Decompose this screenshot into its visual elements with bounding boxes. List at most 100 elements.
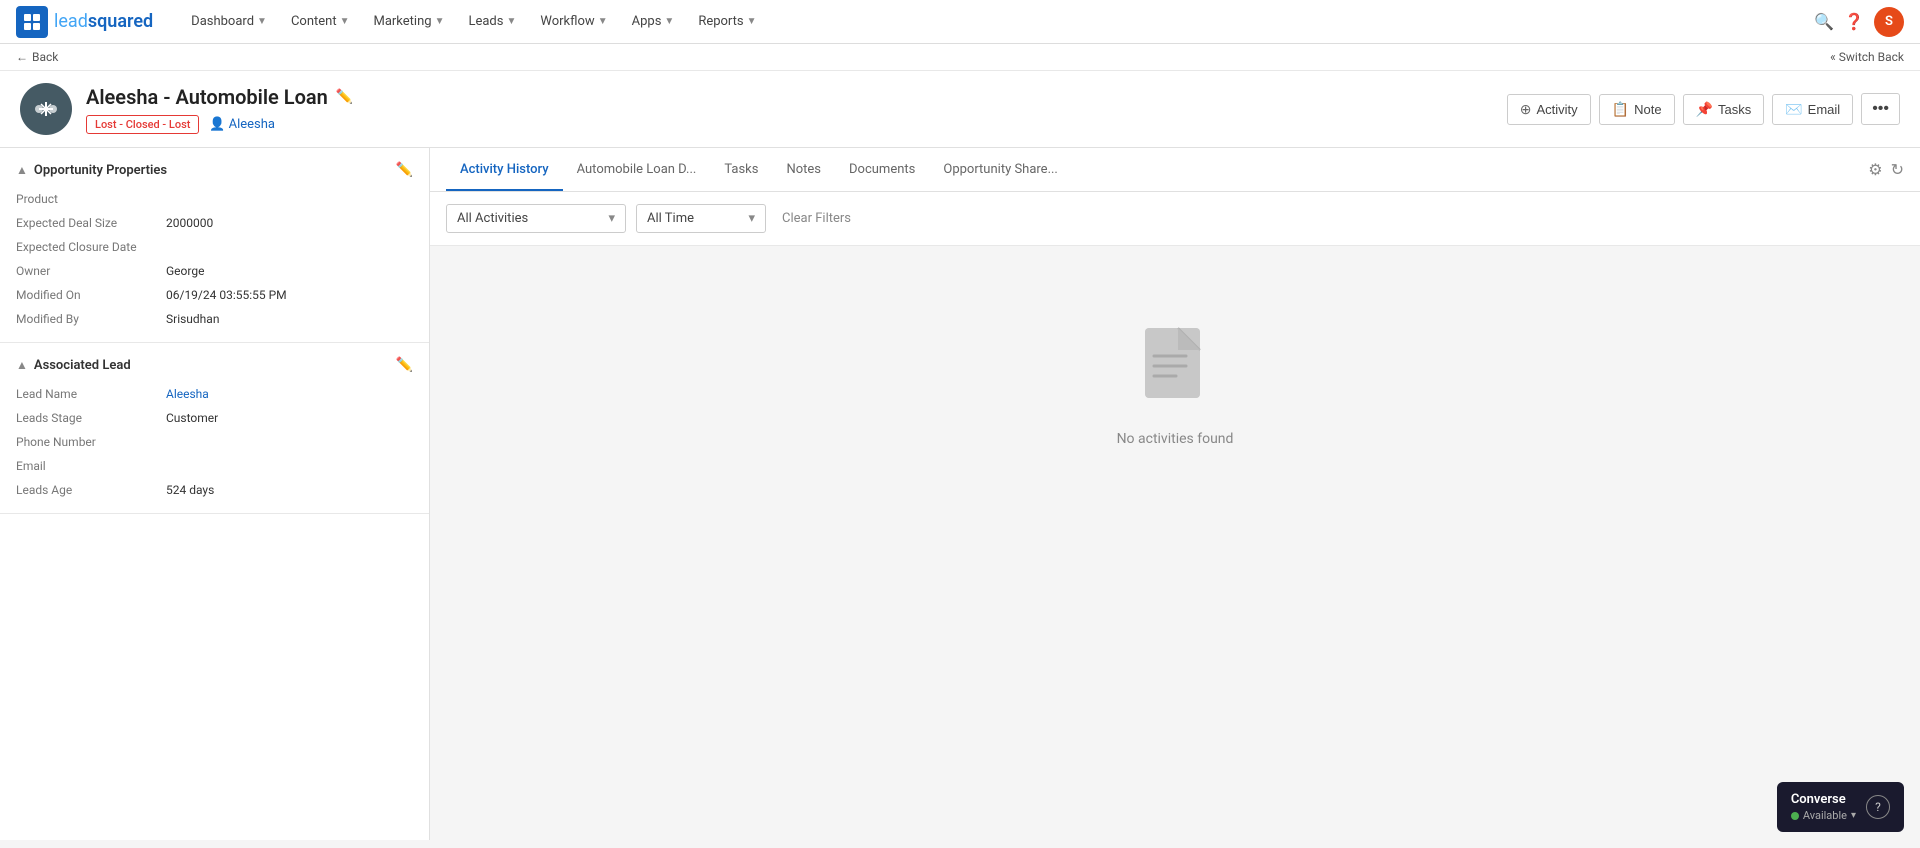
page-title: Aleesha - Automobile Loan — [86, 85, 328, 109]
prop-label-owner: Owner — [16, 262, 156, 280]
page-header: Aleesha - Automobile Loan ✏️ Lost - Clos… — [0, 71, 1920, 148]
prop-label-closure-date: Expected Closure Date — [16, 238, 156, 256]
prop-value-phone — [166, 433, 413, 451]
prop-value-lead-name[interactable]: Aleesha — [166, 385, 413, 403]
main-layout: ▲ Opportunity Properties ✏️ Product Expe… — [0, 148, 1920, 840]
prop-label-modified-on: Modified On — [16, 286, 156, 304]
clear-filters-button[interactable]: Clear Filters — [776, 207, 857, 230]
chevron-down-icon: ▼ — [506, 16, 516, 27]
associated-lead-grid: Lead Name Aleesha Leads Stage Customer P… — [16, 385, 413, 499]
prop-label-product: Product — [16, 190, 156, 208]
right-panel: Activity History Automobile Loan D... Ta… — [430, 148, 1920, 840]
converse-status: Available ▾ — [1791, 809, 1856, 822]
empty-state-message: No activities found — [1117, 431, 1234, 447]
back-arrow-icon: ← — [16, 50, 28, 64]
prop-value-owner: George — [166, 262, 413, 280]
prop-value-deal-size: 2000000 — [166, 214, 413, 232]
help-button[interactable]: ❓ — [1844, 12, 1864, 32]
switch-icon: « — [1830, 50, 1836, 64]
nav-reports[interactable]: Reports ▼ — [688, 10, 766, 33]
header-meta: Lost - Closed - Lost 👤 Aleesha — [86, 115, 1507, 134]
settings-button[interactable]: ⚙ — [1868, 160, 1882, 180]
chevron-down-icon: ▾ — [608, 211, 615, 226]
tasks-button[interactable]: 📌 Tasks — [1683, 94, 1765, 125]
prop-label-modified-by: Modified By — [16, 310, 156, 328]
associated-lead-section: ▲ Associated Lead ✏️ Lead Name Aleesha L… — [0, 343, 429, 514]
top-navigation: leadsquared Dashboard ▼ Content ▼ Market… — [0, 0, 1920, 44]
prop-value-modified-on: 06/19/24 03:55:55 PM — [166, 286, 413, 304]
prop-label-email: Email — [16, 457, 156, 475]
left-panel: ▲ Opportunity Properties ✏️ Product Expe… — [0, 148, 430, 840]
associated-lead-title: ▲ Associated Lead — [16, 358, 131, 373]
search-button[interactable]: 🔍 — [1814, 12, 1834, 32]
back-bar: ← Back « Switch Back — [0, 44, 1920, 71]
opportunity-properties-grid: Product Expected Deal Size 2000000 Expec… — [16, 190, 413, 328]
nav-items: Dashboard ▼ Content ▼ Marketing ▼ Leads … — [181, 10, 1806, 33]
tab-notes[interactable]: Notes — [772, 148, 835, 191]
prop-label-deal-size: Expected Deal Size — [16, 214, 156, 232]
collapse-icon[interactable]: ▲ — [16, 358, 28, 372]
edit-associated-lead-icon[interactable]: ✏️ — [396, 357, 413, 373]
chevron-down-icon: ▾ — [1851, 810, 1856, 821]
tab-tasks[interactable]: Tasks — [710, 148, 772, 191]
converse-widget[interactable]: Converse Available ▾ ? — [1777, 782, 1904, 832]
prop-value-modified-by: Srisudhan — [166, 310, 413, 328]
empty-state: No activities found — [430, 246, 1920, 527]
tasks-icon: 📌 — [1696, 101, 1713, 118]
edit-opportunity-icon[interactable]: ✏️ — [396, 162, 413, 178]
tab-activity-history[interactable]: Activity History — [446, 148, 563, 191]
tab-documents[interactable]: Documents — [835, 148, 929, 191]
email-button[interactable]: ✉️ Email — [1772, 94, 1853, 125]
nav-content[interactable]: Content ▼ — [281, 10, 360, 33]
edit-title-icon[interactable]: ✏️ — [336, 89, 353, 105]
person-icon: 👤 — [209, 117, 225, 132]
nav-marketing[interactable]: Marketing ▼ — [363, 10, 454, 33]
chevron-down-icon: ▼ — [598, 16, 608, 27]
chevron-down-icon: ▼ — [257, 16, 267, 27]
tab-opportunity-share[interactable]: Opportunity Share... — [929, 148, 1071, 191]
prop-value-leads-stage: Customer — [166, 409, 413, 427]
converse-info: Converse Available ▾ — [1791, 792, 1856, 822]
empty-state-icon — [1140, 326, 1210, 415]
chevron-down-icon: ▼ — [747, 16, 757, 27]
nav-leads[interactable]: Leads ▼ — [458, 10, 526, 33]
associated-lead-header: ▲ Associated Lead ✏️ — [16, 357, 413, 373]
note-button[interactable]: 📋 Note — [1599, 94, 1675, 125]
refresh-button[interactable]: ↻ — [1891, 160, 1904, 180]
prop-label-leads-age: Leads Age — [16, 481, 156, 499]
nav-apps[interactable]: Apps ▼ — [622, 10, 685, 33]
converse-help-button[interactable]: ? — [1866, 795, 1890, 819]
tabs-right-actions: ⚙ ↻ — [1868, 160, 1904, 180]
time-filter-select[interactable]: All Time ▾ — [636, 204, 766, 233]
prop-value-email — [166, 457, 413, 475]
header-actions: ⊕ Activity 📋 Note 📌 Tasks ✉️ Email ••• — [1507, 93, 1900, 125]
converse-title: Converse — [1791, 792, 1856, 807]
tab-auto-loan[interactable]: Automobile Loan D... — [563, 148, 711, 191]
filters-bar: All Activities ▾ All Time ▾ Clear Filter… — [430, 192, 1920, 246]
prop-label-phone: Phone Number — [16, 433, 156, 451]
app-logo[interactable]: leadsquared — [16, 6, 153, 38]
activity-filter-select[interactable]: All Activities ▾ — [446, 204, 626, 233]
opportunity-section-header: ▲ Opportunity Properties ✏️ — [16, 162, 413, 178]
nav-dashboard[interactable]: Dashboard ▼ — [181, 10, 277, 33]
opportunity-section-title: ▲ Opportunity Properties — [16, 163, 167, 178]
chevron-down-icon: ▼ — [435, 16, 445, 27]
prop-value-product — [166, 190, 413, 208]
note-icon: 📋 — [1612, 101, 1629, 118]
prop-label-leads-stage: Leads Stage — [16, 409, 156, 427]
email-icon: ✉️ — [1785, 101, 1802, 118]
lead-link[interactable]: 👤 Aleesha — [209, 117, 275, 132]
user-avatar[interactable]: S — [1874, 7, 1904, 37]
nav-right: 🔍 ❓ S — [1814, 7, 1904, 37]
prop-value-leads-age: 524 days — [166, 481, 413, 499]
more-actions-button[interactable]: ••• — [1861, 93, 1900, 125]
activity-button[interactable]: ⊕ Activity — [1507, 94, 1591, 125]
status-badge: Lost - Closed - Lost — [86, 115, 199, 134]
nav-workflow[interactable]: Workflow ▼ — [530, 10, 617, 33]
collapse-icon[interactable]: ▲ — [16, 163, 28, 177]
back-button[interactable]: ← Back — [16, 50, 58, 64]
header-title: Aleesha - Automobile Loan ✏️ — [86, 85, 1507, 109]
switch-back-button[interactable]: « Switch Back — [1830, 50, 1904, 64]
chevron-down-icon: ▾ — [748, 211, 755, 226]
chevron-down-icon: ▼ — [340, 16, 350, 27]
